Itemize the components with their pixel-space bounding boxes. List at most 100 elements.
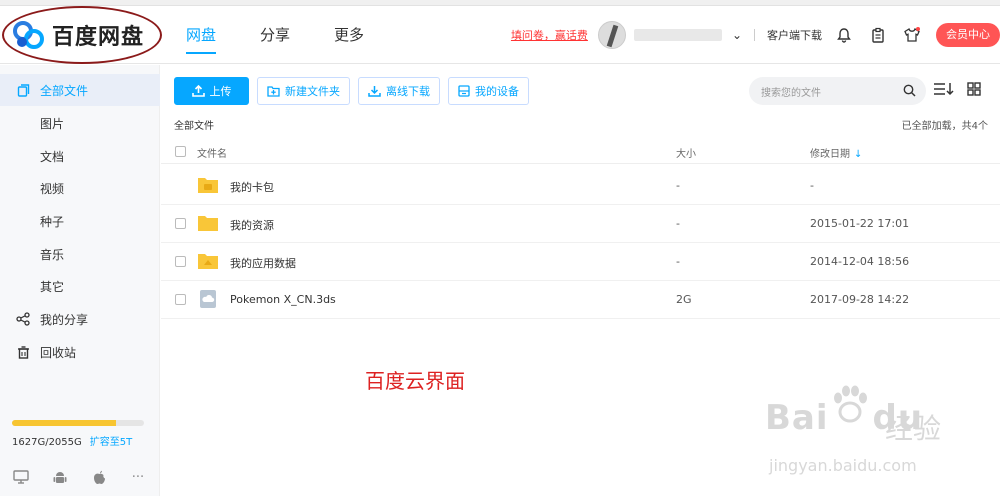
file-size: - [676, 217, 680, 230]
watermark: Bai du 经验 jingyan.baidu.com [765, 382, 955, 492]
file-name[interactable]: 我的应用数据 [230, 255, 296, 271]
folder-icon [198, 216, 218, 231]
row-checkbox[interactable] [175, 294, 186, 305]
chevron-down-icon[interactable]: ⌄ [732, 28, 742, 42]
grid-view-icon[interactable] [967, 82, 981, 99]
offline-download-button[interactable]: 离线下载 [358, 77, 440, 105]
sidebar-item-torrents[interactable]: 种子 [0, 205, 160, 237]
sort-list-icon[interactable] [934, 82, 954, 99]
sort-down-arrow-icon: ↓ [854, 149, 863, 160]
row-checkbox[interactable] [175, 218, 186, 229]
sidebar-item-label: 其它 [40, 279, 65, 294]
sidebar-item-label: 图片 [40, 116, 65, 131]
file-date: 2015-01-22 17:01 [810, 217, 910, 230]
file-date: 2017-09-28 14:22 [810, 293, 910, 306]
promo-link[interactable]: 填问卷，赢话费 [511, 27, 588, 43]
table-header: 文件名 大小 修改日期 ↓ [161, 138, 1000, 164]
sidebar-item-label: 全部文件 [40, 83, 89, 98]
file-name[interactable]: 我的卡包 [230, 179, 274, 195]
nav-tab-netdisk[interactable]: 网盘 [186, 6, 217, 64]
apple-icon[interactable] [90, 469, 108, 485]
sidebar-item-other[interactable]: 其它 [0, 270, 160, 302]
sidebar-item-documents[interactable]: 文档 [0, 140, 160, 172]
monitor-icon[interactable] [12, 469, 30, 485]
clipboard-icon[interactable] [868, 25, 888, 45]
storage-quota-bar [12, 420, 144, 426]
loaded-status: 已全部加载，共4个 [901, 121, 988, 132]
more-icon[interactable]: ··· [129, 469, 147, 485]
sidebar-item-label: 音乐 [40, 247, 65, 262]
table-row[interactable]: 我的应用数据 - 2014-12-04 18:56 [161, 243, 1000, 281]
toolbar: 上传 新建文件夹 离线下载 我的设备 [174, 77, 537, 105]
file-name[interactable]: 我的资源 [230, 217, 274, 233]
upload-label: 上传 [209, 85, 232, 98]
top-header: 百度网盘 网盘 分享 更多 填问卷，赢话费 ⌄ 客户端下载 会员中心 [0, 6, 1000, 64]
watermark-cn: 经验 [885, 412, 942, 445]
watermark-url: jingyan.baidu.com [769, 456, 917, 475]
android-icon[interactable] [51, 469, 69, 485]
expand-storage-link[interactable]: 扩容至5T [90, 437, 132, 448]
paw-icon [834, 385, 867, 423]
device-icons: ··· [12, 469, 168, 485]
trash-icon [16, 345, 30, 359]
sidebar: 全部文件 图片 文档 视频 种子 音乐 其它 我的分享 回收站 1627G/20… [0, 65, 160, 496]
select-all-checkbox[interactable] [175, 146, 186, 157]
sidebar-item-recycle-bin[interactable]: 回收站 [0, 336, 160, 368]
sidebar-item-all-files[interactable]: 全部文件 [0, 74, 160, 106]
main-nav: 网盘 分享 更多 [186, 6, 408, 64]
download-icon [368, 85, 381, 97]
share-icon [16, 312, 30, 326]
table-row[interactable]: Pokemon X_CN.3ds 2G 2017-09-28 14:22 [161, 281, 1000, 319]
file-size: 2G [676, 293, 692, 306]
sidebar-item-label: 回收站 [40, 345, 77, 360]
folder-wallet-icon [198, 178, 218, 193]
column-size[interactable]: 大小 [676, 145, 696, 160]
sidebar-item-label: 文档 [40, 149, 65, 164]
column-date[interactable]: 修改日期 ↓ [810, 145, 862, 160]
new-folder-icon [267, 85, 280, 97]
all-files-icon [16, 83, 30, 97]
search-input[interactable]: 搜索您的文件 [749, 77, 926, 105]
storage-usage: 1627G/2055G [12, 437, 82, 448]
row-checkbox[interactable] [175, 256, 186, 267]
header-right: 填问卷，赢话费 ⌄ 客户端下载 会员中心 [511, 6, 1000, 64]
sidebar-item-label: 我的分享 [40, 312, 89, 327]
username-redacted[interactable] [633, 29, 722, 41]
client-download-link[interactable]: 客户端下载 [767, 27, 822, 43]
my-devices-label: 我的设备 [475, 85, 519, 98]
column-name[interactable]: 文件名 [197, 145, 227, 160]
file-date: - [810, 179, 814, 192]
divider [754, 29, 755, 41]
my-devices-button[interactable]: 我的设备 [448, 77, 529, 105]
file-size: - [676, 255, 680, 268]
bell-icon[interactable] [834, 25, 854, 45]
sidebar-item-videos[interactable]: 视频 [0, 172, 160, 204]
folder-app-icon [198, 254, 218, 269]
watermark-brand-bai: Bai [765, 398, 829, 438]
search-icon[interactable] [903, 84, 916, 100]
avatar[interactable] [597, 21, 626, 49]
file-size: - [676, 179, 680, 192]
vip-center-button[interactable]: 会员中心 [936, 23, 1000, 47]
sidebar-item-music[interactable]: 音乐 [0, 238, 160, 270]
breadcrumb[interactable]: 全部文件 [174, 117, 214, 132]
file-cloud-icon [200, 290, 216, 308]
file-date: 2014-12-04 18:56 [810, 255, 910, 268]
nav-tab-share[interactable]: 分享 [260, 6, 290, 64]
storage-quota-text: 1627G/2055G 扩容至5T [12, 433, 132, 448]
sidebar-item-label: 视频 [40, 181, 65, 196]
shirt-skin-icon[interactable] [902, 25, 922, 45]
sidebar-item-my-share[interactable]: 我的分享 [0, 303, 160, 335]
table-row[interactable]: 我的卡包 - - [161, 167, 1000, 205]
new-folder-button[interactable]: 新建文件夹 [257, 77, 350, 105]
search-placeholder: 搜索您的文件 [761, 87, 821, 99]
annotation-ellipse [2, 6, 162, 64]
file-name[interactable]: Pokemon X_CN.3ds [230, 293, 336, 306]
table-row[interactable]: 我的资源 - 2015-01-22 17:01 [161, 205, 1000, 243]
sidebar-item-images[interactable]: 图片 [0, 107, 160, 139]
storage-quota-fill [12, 420, 117, 426]
sidebar-item-label: 种子 [40, 214, 65, 229]
nav-tab-more[interactable]: 更多 [334, 6, 364, 64]
column-date-label: 修改日期 [810, 149, 850, 160]
upload-button[interactable]: 上传 [174, 77, 249, 105]
